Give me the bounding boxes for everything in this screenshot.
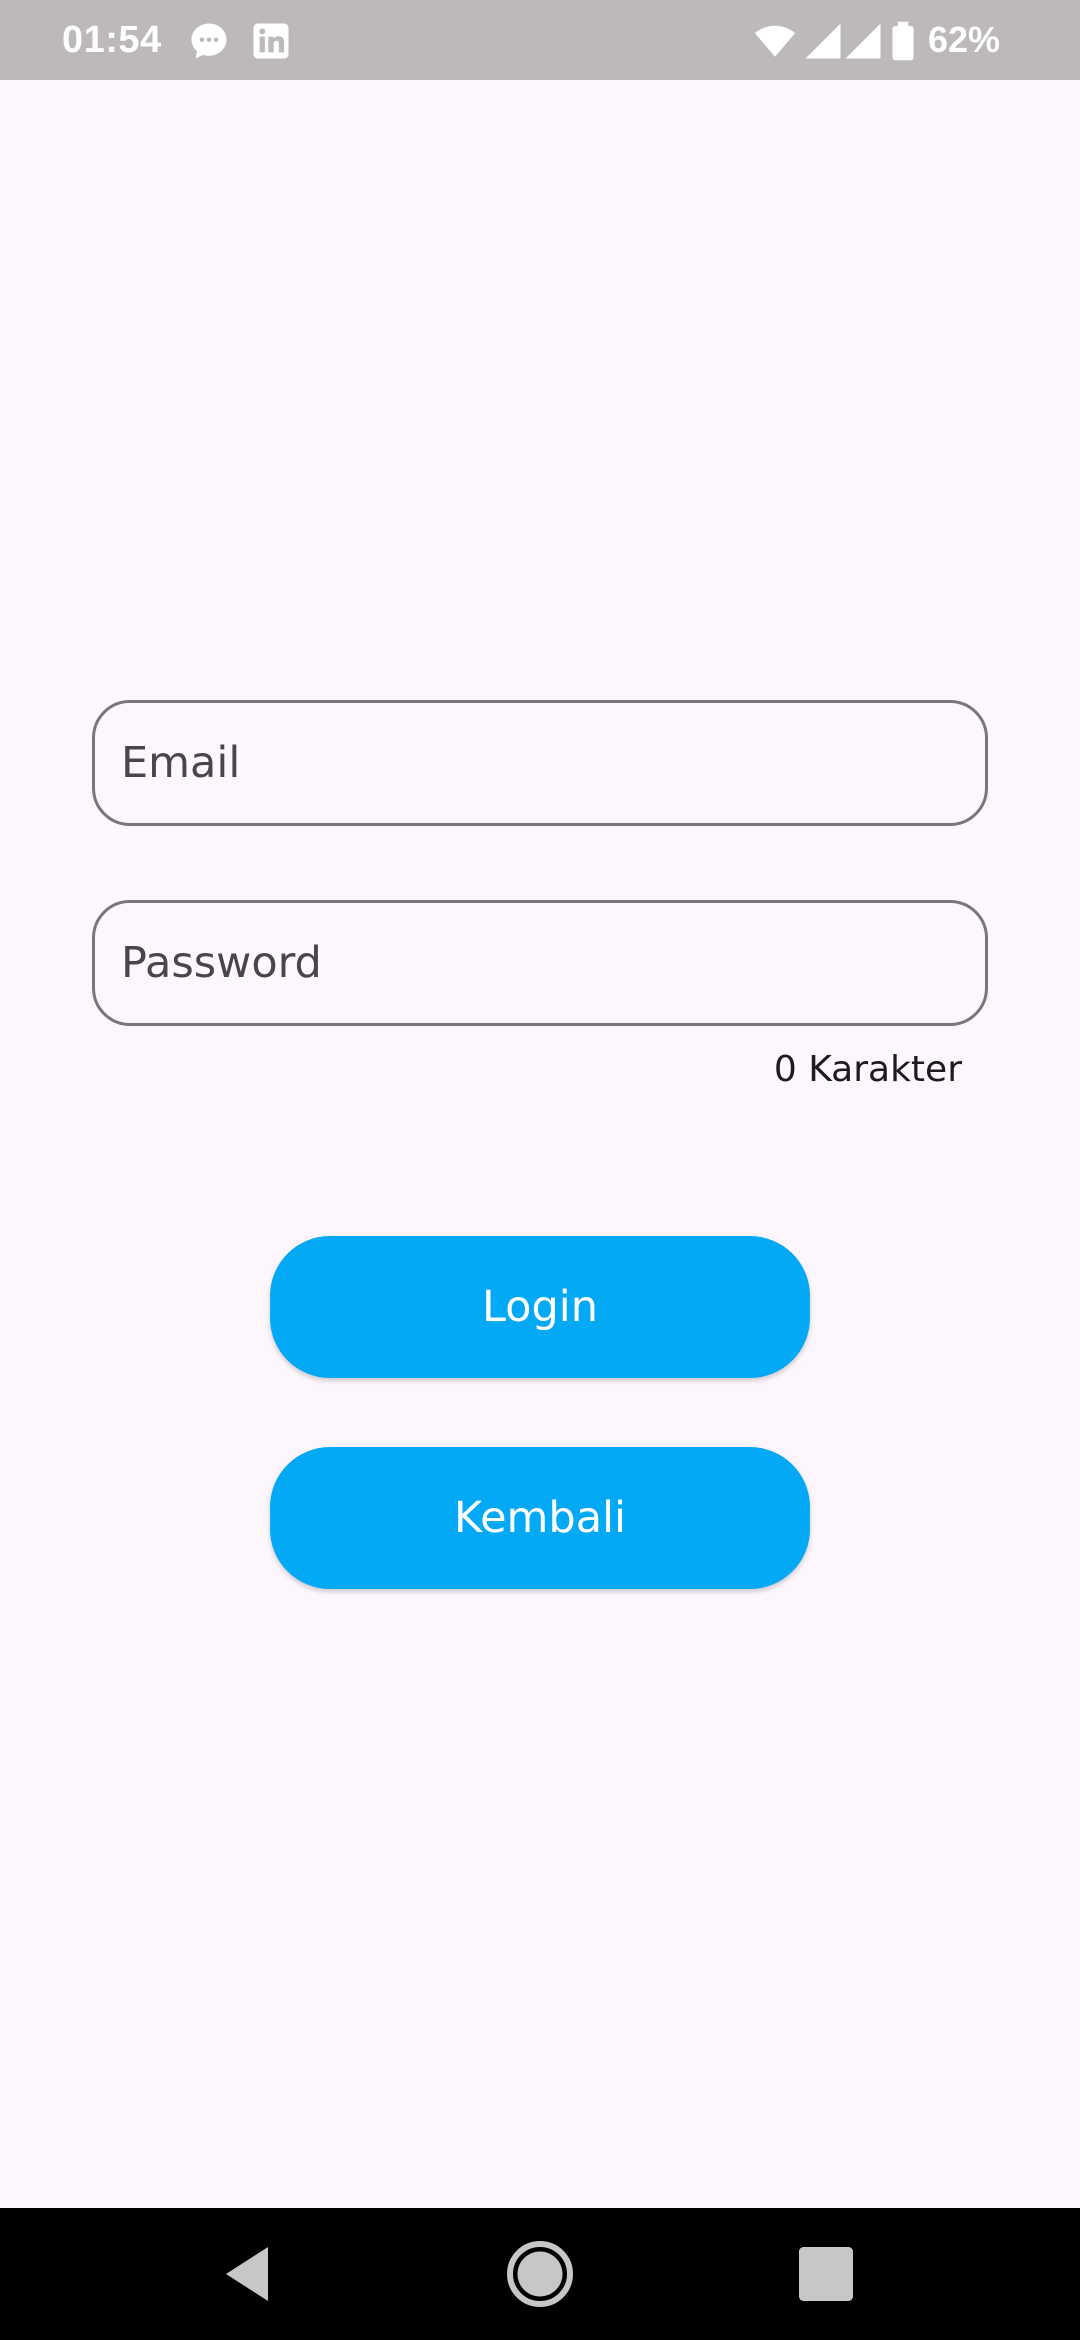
status-bar: 01:54 62% bbox=[0, 0, 1080, 80]
signal-icon bbox=[842, 20, 884, 62]
password-field[interactable] bbox=[92, 900, 988, 1026]
password-input[interactable] bbox=[121, 903, 961, 1023]
chat-bubble-icon bbox=[188, 20, 230, 62]
login-screen: 01:54 62% 0 Karakter Login Kembali bbox=[0, 0, 1080, 2340]
back-icon[interactable] bbox=[214, 2238, 286, 2310]
password-char-counter: 0 Karakter bbox=[773, 1049, 962, 1090]
login-button[interactable]: Login bbox=[270, 1236, 810, 1378]
linkedin-icon bbox=[250, 20, 292, 62]
battery-percentage: 62% bbox=[928, 19, 1001, 60]
navigation-bar bbox=[0, 2208, 1080, 2340]
back-button[interactable]: Kembali bbox=[270, 1447, 810, 1589]
battery-icon bbox=[888, 20, 918, 62]
email-input[interactable] bbox=[121, 703, 961, 823]
signal-icon bbox=[802, 20, 844, 62]
home-icon[interactable] bbox=[504, 2238, 576, 2310]
recents-icon[interactable] bbox=[790, 2238, 862, 2310]
email-field[interactable] bbox=[92, 700, 988, 826]
wifi-icon bbox=[752, 20, 798, 62]
status-time: 01:54 bbox=[62, 19, 162, 61]
